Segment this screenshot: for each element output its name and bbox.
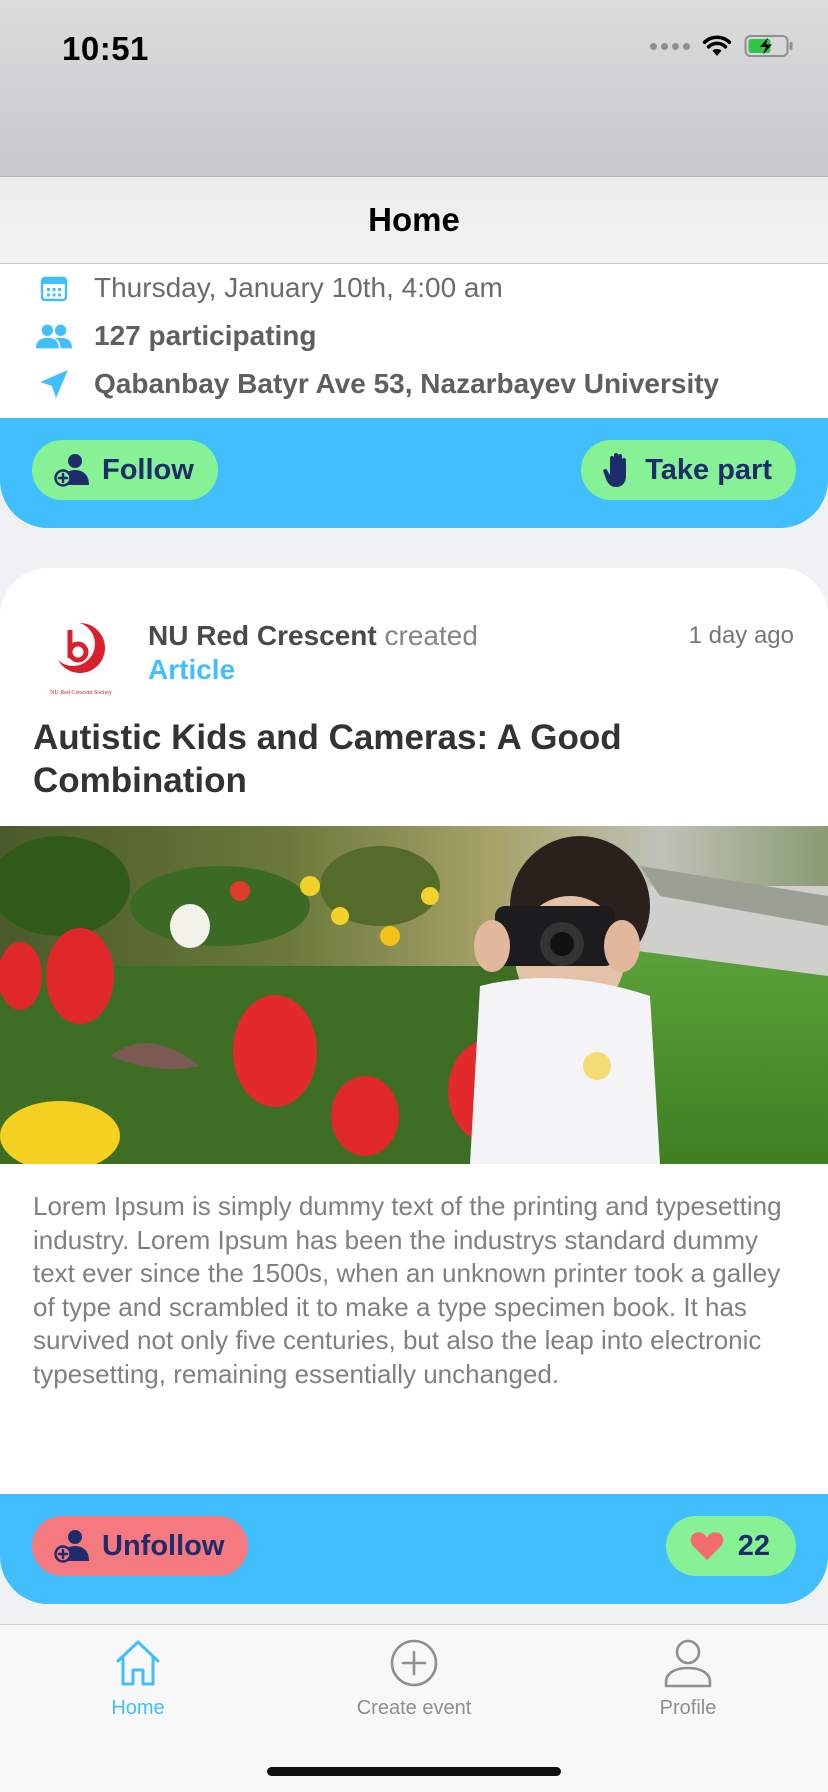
people-icon xyxy=(36,318,72,354)
tab-home[interactable]: Home xyxy=(38,1637,238,1720)
event-date: Thursday, January 10th, 4:00 am xyxy=(94,272,503,303)
event-location-row: Qabanbay Batyr Ave 53, Nazarbayev Univer… xyxy=(36,366,719,402)
tab-profile-label: Profile xyxy=(659,1697,717,1719)
event-actions-bar: Follow Take part xyxy=(0,418,828,528)
home-icon xyxy=(116,1640,160,1686)
article-body: Lorem Ipsum is simply dummy text of the … xyxy=(33,1191,782,1389)
unfollow-button[interactable]: Unfollow xyxy=(32,1516,249,1576)
tab-create-event[interactable]: Create event xyxy=(314,1637,514,1720)
like-count: 22 xyxy=(737,1529,770,1562)
raised-hand-icon xyxy=(603,452,633,488)
org-logo[interactable]: NU Red Crescent Society xyxy=(36,614,126,704)
home-indicator[interactable] xyxy=(267,1767,561,1776)
follow-button[interactable]: Follow xyxy=(32,440,218,500)
heart-icon xyxy=(690,1531,724,1561)
event-participants-row: 127 participating xyxy=(36,318,317,354)
article-card[interactable]: NU Red Crescent Society NU Red Crescent … xyxy=(0,568,828,1604)
event-date-row: Thursday, January 10th, 4:00 am xyxy=(36,270,503,306)
org-logo-caption: NU Red Crescent Society xyxy=(50,690,112,696)
article-image[interactable] xyxy=(0,826,828,1164)
take-part-button[interactable]: Take part xyxy=(581,440,796,500)
plus-circle-icon xyxy=(390,1639,438,1687)
event-location: Qabanbay Batyr Ave 53, Nazarbayev Univer… xyxy=(94,368,720,399)
tab-create-event-label: Create event xyxy=(356,1697,472,1719)
org-name[interactable]: NU Red Crescent xyxy=(148,620,377,651)
like-button[interactable]: 22 xyxy=(665,1516,796,1576)
article-actions-bar: Unfollow 22 xyxy=(0,1494,828,1604)
status-bar: 10:51 xyxy=(0,0,828,176)
follow-label: Follow xyxy=(102,453,194,486)
location-arrow-icon xyxy=(36,366,72,402)
tab-home-label: Home xyxy=(111,1697,165,1719)
status-icons xyxy=(650,34,794,58)
app-screen: 10:51 Home Thursday, January 10th, 4:00 … xyxy=(0,0,828,1792)
post-timestamp: 1 day ago xyxy=(688,622,794,649)
page-title: Home xyxy=(368,201,460,238)
org-name-line: NU Red Crescent created xyxy=(148,620,478,652)
event-card[interactable]: Thursday, January 10th, 4:00 am 127 part… xyxy=(0,264,828,528)
content-type-label: Article xyxy=(148,654,236,685)
wifi-icon xyxy=(702,35,732,56)
action-text: created xyxy=(376,620,478,651)
calendar-icon xyxy=(36,270,72,306)
add-user-icon xyxy=(54,1529,90,1563)
article-title[interactable]: Autistic Kids and Cameras: A Good Combin… xyxy=(33,716,793,802)
unfollow-label: Unfollow xyxy=(102,1529,225,1562)
person-icon xyxy=(664,1639,712,1688)
navigation-bar: Home xyxy=(0,176,828,264)
take-part-label: Take part xyxy=(645,453,772,486)
status-time: 10:51 xyxy=(62,30,149,67)
add-user-icon xyxy=(54,453,90,487)
tab-profile[interactable]: Profile xyxy=(588,1637,788,1720)
cellular-signal-icon xyxy=(650,42,690,50)
event-participants: 127 participating xyxy=(94,320,317,351)
battery-charging-icon xyxy=(744,35,793,57)
